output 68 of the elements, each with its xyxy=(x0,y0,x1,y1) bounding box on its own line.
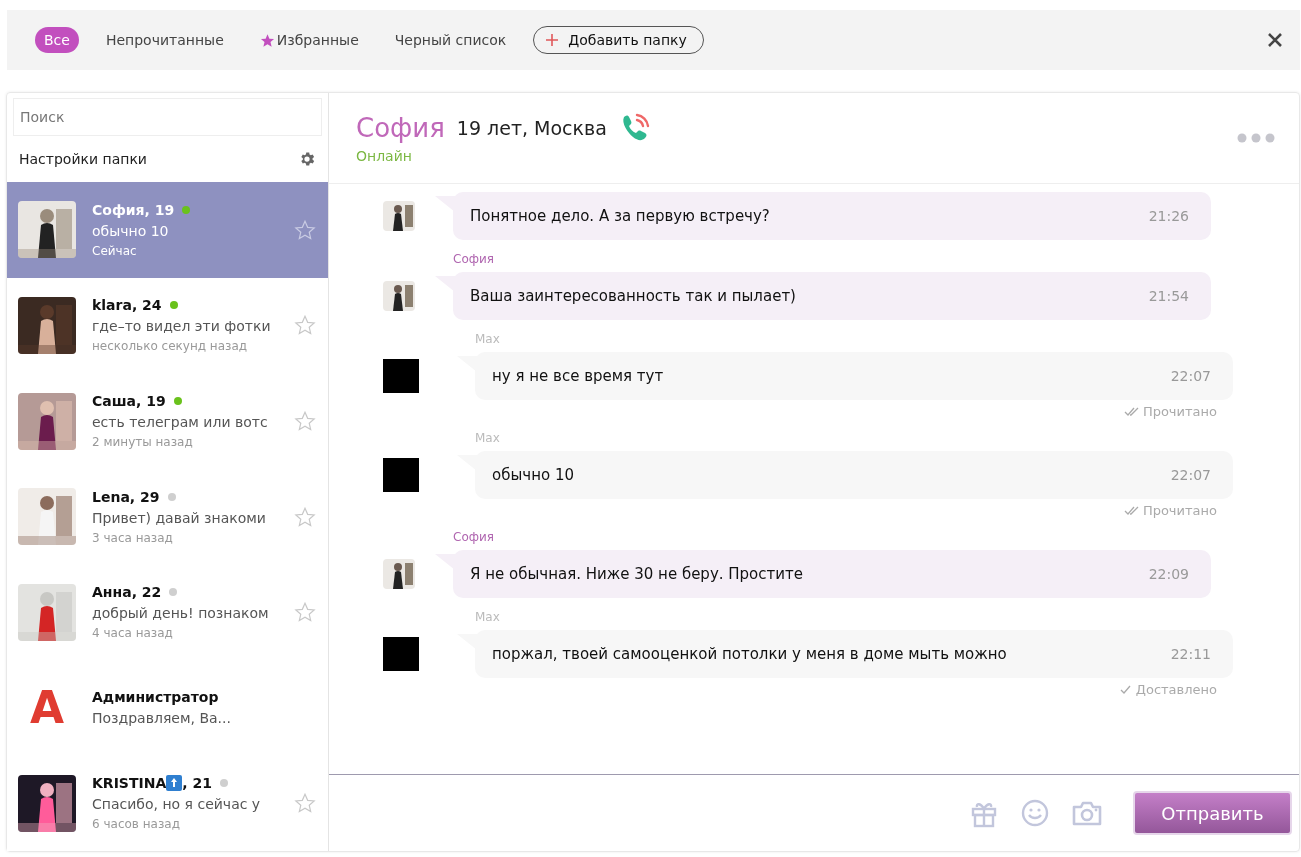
message-text: Понятное дело. А за первую встречу? xyxy=(470,207,770,225)
contact-name: Lena, 29 xyxy=(92,488,160,505)
delivery-status: Доставлено xyxy=(1135,682,1217,697)
delivery-status: Прочитано xyxy=(1142,503,1217,518)
message-preview: есть телеграм или вотс xyxy=(92,414,269,431)
message-time: 21:54 xyxy=(1148,288,1189,304)
message-time: 22:09 xyxy=(1148,566,1189,582)
plus-icon xyxy=(546,34,559,46)
message-preview: Привет) давай знакоми xyxy=(92,509,267,526)
close-icon[interactable] xyxy=(1268,33,1282,47)
message-preview: обычно 10 xyxy=(92,222,170,239)
sender-name: Max xyxy=(475,332,501,346)
message-time: 22:07 xyxy=(1170,467,1211,483)
admin-avatar: А xyxy=(28,682,66,734)
online-status: Онлайн xyxy=(356,148,413,164)
message-time: 3 часа назад xyxy=(92,530,174,545)
contact-name: Саша, 19 xyxy=(92,393,166,410)
message-preview: Поздравляем, Ва... xyxy=(92,710,232,727)
send-button[interactable]: Отправить xyxy=(1133,791,1292,835)
sender-name: София xyxy=(453,530,495,544)
message-text: обычно 10 xyxy=(492,466,574,484)
message-time: несколько секунд назад xyxy=(92,339,249,354)
message-text: Ваша заинтересованность так и пылает) xyxy=(470,287,796,305)
contact-name: Анна, 22 xyxy=(92,584,162,601)
message-preview: где–то видел эти фотки xyxy=(92,318,272,335)
message-time: 2 минуты назад xyxy=(92,435,194,450)
star-icon[interactable] xyxy=(294,218,316,241)
message-time: 4 часа назад xyxy=(92,626,174,641)
folder-tab[interactable]: Непрочитанные xyxy=(96,27,233,53)
chat-info: 19 лет, Москва xyxy=(456,117,607,139)
star-icon[interactable] xyxy=(294,792,316,815)
contact-age: , 21 xyxy=(182,775,212,792)
message-time: 22:11 xyxy=(1170,646,1211,662)
message-time: 6 часов назад xyxy=(92,817,181,832)
delivery-status: Прочитано xyxy=(1142,404,1217,419)
message-preview: Спасибо, но я сейчас у xyxy=(92,796,262,813)
folder-tab[interactable]: Черный список xyxy=(385,27,516,53)
folder-tab[interactable]: Избранные xyxy=(250,27,368,53)
star-icon[interactable] xyxy=(294,505,316,528)
star-icon xyxy=(259,32,275,48)
avatar xyxy=(383,359,419,393)
message-time: 21:26 xyxy=(1148,208,1189,224)
message-time: Сейчас xyxy=(92,243,138,258)
search-field[interactable]: Поиск xyxy=(13,98,322,137)
message-text: Я не обычная. Ниже 30 не беру. Простите xyxy=(470,565,803,583)
contact-name: София, 19 xyxy=(92,201,175,218)
camera-icon[interactable] xyxy=(1071,799,1103,827)
contact-name: KRISTINA xyxy=(92,775,167,792)
avatar xyxy=(383,637,419,671)
avatar xyxy=(383,458,419,492)
chat-name: София xyxy=(356,113,445,143)
folder-settings-label: Настройки папки xyxy=(19,151,147,168)
sender-name: София xyxy=(453,252,495,266)
contact-item[interactable]: KRISTINA , 21 Спасибо, но я сейчас у 6 часов назад xyxy=(7,755,328,851)
smiley-icon[interactable] xyxy=(1021,799,1049,827)
contact-name: klara, 24 xyxy=(92,297,162,314)
star-icon[interactable] xyxy=(294,601,316,624)
message-text: поржал, твоей самооценкой потолки у меня в доме мыть можно xyxy=(492,645,1007,663)
message-time: 22:07 xyxy=(1170,368,1211,384)
star-icon[interactable] xyxy=(294,314,316,337)
sender-name: Max xyxy=(475,610,501,624)
message-preview: добрый день! познаком xyxy=(92,605,270,622)
message-text: ну я не все время тут xyxy=(492,367,664,385)
contact-name: Администратор xyxy=(92,689,219,706)
folder-tab[interactable]: Все xyxy=(35,27,79,53)
sender-name: Max xyxy=(475,431,501,445)
star-icon[interactable] xyxy=(294,410,316,433)
more-icon[interactable] xyxy=(1237,133,1275,143)
